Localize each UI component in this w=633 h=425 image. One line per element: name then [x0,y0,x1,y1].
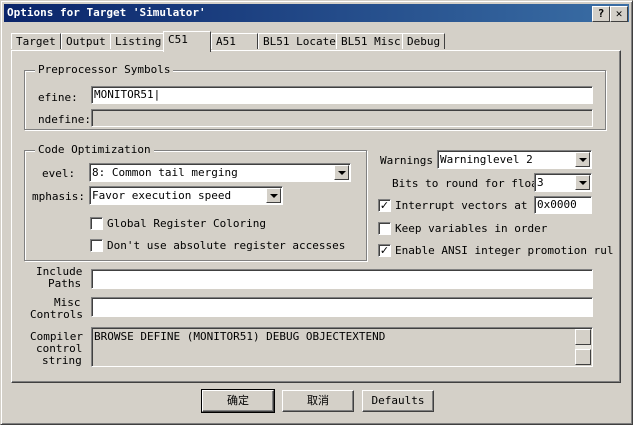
undefine-input[interactable] [91,109,593,127]
misc-controls-input[interactable] [91,297,593,317]
dont-use-absolute-label: Don't use absolute register accesses [107,239,346,252]
chevron-down-icon[interactable] [334,165,349,180]
level-select[interactable]: 8: Common tail merging [89,163,351,182]
bits-round-float-select[interactable]: 3 [534,173,592,192]
scroll-up-icon[interactable] [575,329,591,345]
define-input[interactable]: MONITOR51| [91,86,593,104]
include-paths-input[interactable] [91,269,593,289]
chevron-down-icon[interactable] [575,175,590,190]
scroll-down-icon[interactable] [575,349,591,365]
emphasis-label: mphasis: [32,190,85,203]
interrupt-vectors-label: Interrupt vectors at a [395,199,541,212]
tab-listing[interactable]: Listing [110,33,167,49]
undefine-label: ndefine: [38,113,91,126]
close-button[interactable]: ✕ [610,6,628,22]
emphasis-select[interactable]: Favor execution speed [89,186,283,205]
tab-output[interactable]: Output [61,33,111,49]
define-label: efine: [38,91,78,104]
c51-panel: Preprocessor Symbols efine: MONITOR51| n… [11,50,621,383]
bits-round-float-label: Bits to round for float [392,177,545,190]
cancel-button[interactable]: 取消 [282,390,354,412]
preprocessor-group-title: Preprocessor Symbols [35,63,174,76]
keep-variables-checkbox[interactable] [378,222,391,235]
tab-c51[interactable]: C51 [163,31,211,52]
ansi-integer-promotion-label: Enable ANSI integer promotion rul [395,244,614,257]
interrupt-vectors-checkbox[interactable]: ✓ [378,199,391,212]
defaults-button[interactable]: Defaults [362,390,434,412]
dont-use-absolute-checkbox[interactable] [90,239,103,252]
global-register-coloring-checkbox[interactable] [90,217,103,230]
level-label: evel: [42,167,76,180]
code-optimization-group-title: Code Optimization [35,143,154,156]
help-button[interactable]: ? [592,6,610,22]
include-paths-label-2: Paths [48,277,82,290]
chevron-down-icon[interactable] [266,188,281,203]
tab-debug[interactable]: Debug [402,33,446,49]
tab-bl51-locate[interactable]: BL51 Locate [258,33,341,49]
compiler-control-string[interactable]: BROWSE DEFINE (MONITOR51) DEBUG OBJECTEX… [91,327,593,367]
tab-target[interactable]: Target [11,33,61,49]
chevron-down-icon[interactable] [575,152,590,167]
misc-controls-label-2: Controls [30,308,83,321]
warnings-select[interactable]: Warninglevel 2 [437,150,592,169]
compiler-control-scrollbar[interactable] [575,329,591,365]
window-title: Options for Target 'Simulator' [7,6,206,19]
tab-a51[interactable]: A51 [211,33,258,49]
ok-button[interactable]: 确定 [201,389,275,413]
warnings-label: Warnings [380,154,433,167]
tab-bl51-misc[interactable]: BL51 Misc [336,33,406,49]
interrupt-vectors-input[interactable]: 0x0000 [534,196,592,214]
ansi-integer-promotion-checkbox[interactable]: ✓ [378,244,391,257]
title-bar[interactable]: Options for Target 'Simulator' ? ✕ [4,4,629,22]
compiler-control-label-3: string [42,354,82,367]
keep-variables-label: Keep variables in order [395,222,548,235]
options-dialog: Options for Target 'Simulator' ? ✕ Targe… [0,0,633,425]
global-register-coloring-label: Global Register Coloring [107,217,266,230]
